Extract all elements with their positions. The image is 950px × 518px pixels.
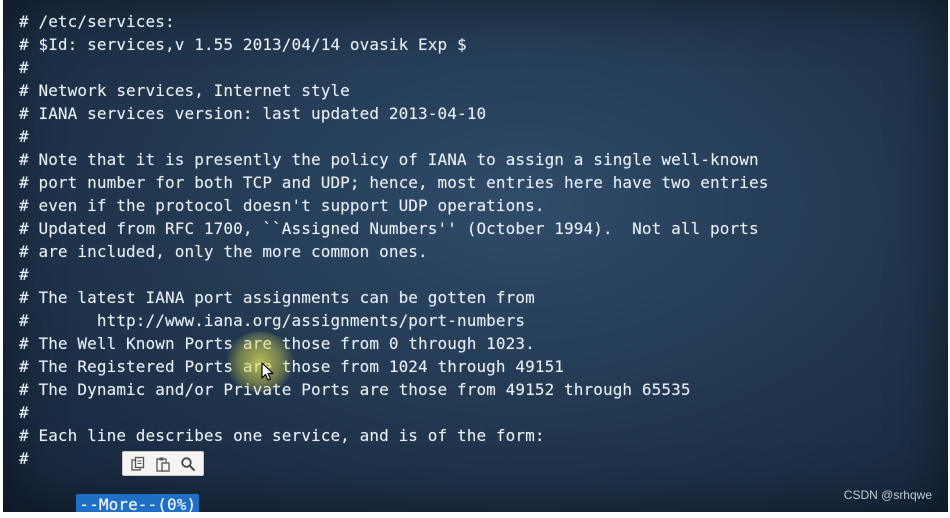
terminal-line: # Note that it is presently the policy o…	[19, 150, 759, 169]
terminal-line: #	[19, 403, 29, 422]
terminal-line: # http://www.iana.org/assignments/port-n…	[19, 311, 526, 330]
terminal-line: # Network services, Internet style	[19, 81, 350, 100]
terminal-line: # The Registered Ports are those from 10…	[19, 357, 565, 376]
paste-icon[interactable]	[152, 454, 174, 474]
terminal-line: # The latest IANA port assignments can b…	[19, 288, 535, 307]
terminal-window: # /etc/services: # $Id: services,v 1.55 …	[3, 0, 948, 512]
terminal-line: # $Id: services,v 1.55 2013/04/14 ovasik…	[19, 35, 467, 54]
watermark: CSDN @srhqwe	[843, 488, 932, 502]
terminal-line: # Each line describes one service, and i…	[19, 426, 545, 445]
floating-toolbar	[122, 451, 204, 476]
terminal-line: # The Dynamic and/or Private Ports are t…	[19, 380, 691, 399]
terminal-line: # even if the protocol doesn't support U…	[19, 196, 545, 215]
terminal-line: # The Well Known Ports are those from 0 …	[19, 334, 535, 353]
terminal-line: # /etc/services:	[19, 12, 175, 31]
terminal-line: # are included, only the more common one…	[19, 242, 428, 261]
pager-status[interactable]: --More--(0%)	[76, 494, 200, 512]
terminal-line: # port number for both TCP and UDP; henc…	[19, 173, 769, 192]
terminal-line: #	[19, 265, 29, 284]
terminal-line: # Updated from RFC 1700, ``Assigned Numb…	[19, 219, 759, 238]
copy-icon[interactable]	[127, 454, 149, 474]
terminal-output: # /etc/services: # $Id: services,v 1.55 …	[19, 10, 919, 512]
search-icon[interactable]	[177, 454, 199, 474]
terminal-line: #	[19, 58, 29, 77]
terminal-line: #	[19, 127, 29, 146]
terminal-line: # IANA services version: last updated 20…	[19, 104, 487, 123]
